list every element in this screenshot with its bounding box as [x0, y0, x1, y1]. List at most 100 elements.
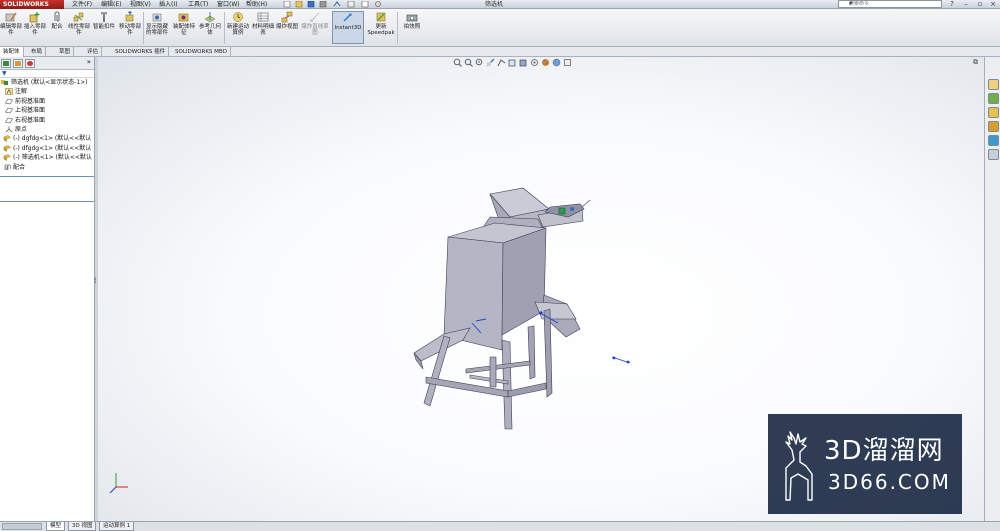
take-snapshot-button[interactable]: 拍快照 — [399, 11, 425, 30]
instant3d-button[interactable]: Instant3D — [332, 11, 364, 44]
splitter-grip-icon[interactable]: ⁞ — [94, 276, 97, 285]
help-question-icon[interactable]: ? — [946, 0, 958, 8]
instant3d-label: Instant3D — [334, 25, 362, 31]
watermark-logo: 3D溜溜网 3D66.COM — [768, 414, 962, 514]
tab-model[interactable]: 模型 — [46, 522, 66, 531]
smart-fasteners-label: 智能扣件 — [92, 24, 115, 30]
command-manager-tabs: 装配体 布局 草图 评估 SOLIDWORKS 插件 SOLIDWORKS MB… — [0, 47, 1000, 57]
tab-sketch[interactable]: 草图 — [56, 47, 75, 57]
minimize-icon[interactable]: – — [960, 0, 972, 8]
tree-node-mates[interactable]: 配合 — [0, 163, 94, 172]
menu-tools[interactable]: 工具(T) — [188, 0, 208, 9]
tab-layout[interactable]: 布局 — [28, 47, 47, 57]
search-dropdown-icon[interactable]: ▾ — [849, 0, 940, 7]
tab-evaluate[interactable]: 评估 — [84, 47, 103, 57]
plane-icon — [5, 98, 13, 105]
tree-node-front-plane[interactable]: 前视基准面 — [0, 97, 94, 106]
solidworks-resources-icon[interactable] — [988, 79, 999, 90]
menu-view[interactable]: 视图(V) — [130, 0, 151, 9]
tab-motion-study-1[interactable]: 运动算例 1 — [99, 522, 135, 531]
exploded-view-label: 爆炸视图 — [276, 24, 299, 30]
menu-window[interactable]: 窗口(W) — [217, 0, 240, 9]
linear-pattern-button[interactable]: 线性零部件 — [68, 11, 90, 36]
assembly-features-button[interactable]: 装配体特征 — [172, 11, 196, 36]
move-component-icon — [125, 11, 134, 22]
tree-node-right-plane[interactable]: 右视基准面 — [0, 116, 94, 125]
menu-file[interactable]: 文件(F) — [72, 0, 92, 9]
coordinate-triad-icon — [109, 473, 128, 494]
menu-help[interactable]: 帮助(H) — [246, 0, 267, 9]
tab-assembly[interactable]: 装配体 — [0, 47, 24, 57]
menu-edit[interactable]: 编辑(E) — [101, 0, 121, 9]
insert-components-label: 插入零部件 — [24, 24, 47, 36]
feature-manager-tabs: » — [0, 57, 94, 70]
feature-tree-tab-icon[interactable] — [1, 59, 11, 68]
quick-access-icons — [283, 0, 381, 8]
origin-icon — [5, 126, 13, 133]
linear-pattern-icon — [73, 12, 84, 22]
feature-manager-panel: » ▼ 筛选机 (默认<显示状态-1>) 注解 前视基准面 上视基准面 右视基准… — [0, 57, 95, 521]
mate-button[interactable]: 配合 — [48, 11, 66, 30]
tab-solidworks-mbd[interactable]: SOLIDWORKS MBD — [172, 47, 231, 57]
show-hidden-components-button[interactable]: 显示隐藏的零部件 — [145, 11, 169, 36]
document-title: 筛选机 — [485, 1, 504, 8]
app-brand[interactable]: SOLIDWORKS — [0, 0, 64, 9]
quick-access-toolbar[interactable] — [282, 0, 402, 8]
horizontal-scrollbar[interactable] — [2, 523, 42, 530]
new-motion-study-button[interactable]: 新建运动算例 — [226, 11, 250, 36]
tab-3d-views[interactable]: 3D 视图 — [68, 522, 97, 531]
tree-node-component-screener[interactable]: (-) 筛选机<1> (默认<<默认 — [0, 153, 94, 162]
snapshot-camera-icon — [406, 14, 418, 22]
close-icon[interactable]: × — [987, 0, 999, 8]
property-manager-tab-icon[interactable] — [13, 59, 23, 68]
tree-node-label: 筛选机 (默认<显示状态-1>) — [11, 79, 88, 86]
tab-solidworks-addins[interactable]: SOLIDWORKS 插件 — [112, 47, 170, 57]
task-pane — [984, 57, 1000, 521]
custom-properties-icon[interactable] — [988, 149, 999, 160]
move-component-button[interactable]: 移动零部件 — [118, 11, 142, 36]
explode-line-sketch-label: 爆炸直线草图 — [301, 24, 329, 36]
search-commands-input[interactable]: 搜索命令 ⌕ ▾ — [838, 0, 942, 8]
restore-icon[interactable]: ▫ — [974, 0, 986, 8]
design-library-icon[interactable] — [988, 93, 999, 104]
solidworks-window: SOLIDWORKS 文件(F) 编辑(E) 视图(V) 插入(I) 工具(T)… — [0, 0, 1000, 531]
feature-tree: 筛选机 (默认<显示状态-1>) 注解 前视基准面 上视基准面 右视基准面 原点… — [0, 78, 94, 202]
view-palette-icon[interactable] — [988, 121, 999, 132]
insert-components-button[interactable]: 插入零部件 — [24, 11, 46, 36]
tree-node-component-dfgdg[interactable]: (-) dfgdg<1> (默认<<默认 — [0, 144, 94, 153]
bottom-tab-bar: 模型 3D 视图 运动算例 1 — [0, 521, 1000, 531]
tree-node-annotations[interactable]: 注解 — [0, 87, 94, 96]
insert-components-icon — [29, 12, 40, 23]
screening-machine-model[interactable] — [413, 187, 591, 430]
speedpak-icon — [376, 12, 386, 22]
part-icon — [3, 154, 11, 161]
update-speedpak-label: 更新Speedpak — [367, 24, 395, 36]
panel-expand-icon[interactable]: » — [87, 58, 91, 66]
bom-table-icon — [257, 12, 269, 22]
update-speedpak-button[interactable]: 更新Speedpak — [366, 11, 396, 36]
tree-node-component-dgfdg[interactable]: (-) dgfdg<1> (默认<<默认 — [0, 134, 94, 143]
edit-component-button[interactable]: 编辑零部件 — [0, 11, 22, 36]
explode-line-sketch-icon — [310, 12, 320, 22]
reference-geometry-icon — [204, 12, 216, 23]
reference-geometry-button[interactable]: 参考几何体 — [198, 11, 222, 36]
ribbon-separator — [397, 12, 398, 44]
bill-of-materials-button[interactable]: 材料明细表 — [252, 11, 274, 36]
assembly-features-icon — [178, 13, 189, 22]
tree-node-label: 注解 — [15, 88, 28, 96]
mate-label: 配合 — [51, 24, 63, 30]
explode-line-sketch-button[interactable]: 爆炸直线草图 — [300, 11, 330, 36]
smart-fasteners-button[interactable]: 智能扣件 — [92, 11, 116, 30]
tree-node-root-assembly[interactable]: 筛选机 (默认<显示状态-1>) — [0, 78, 94, 87]
exploded-view-button[interactable]: 爆炸视图 — [276, 11, 298, 30]
assembly-features-label: 装配体特征 — [172, 24, 195, 36]
appearances-scenes-icon[interactable] — [988, 135, 999, 146]
tree-node-top-plane[interactable]: 上视基准面 — [0, 106, 94, 115]
file-explorer-icon[interactable] — [988, 107, 999, 118]
motion-study-icon — [233, 12, 243, 22]
tree-node-origin[interactable]: 原点 — [0, 125, 94, 134]
tree-node-label: 前视基准面 — [15, 97, 46, 105]
display-manager-tab-icon[interactable] — [25, 59, 35, 68]
menu-insert[interactable]: 插入(I) — [159, 0, 177, 9]
tree-filter-icon[interactable]: ▼ — [0, 70, 94, 78]
